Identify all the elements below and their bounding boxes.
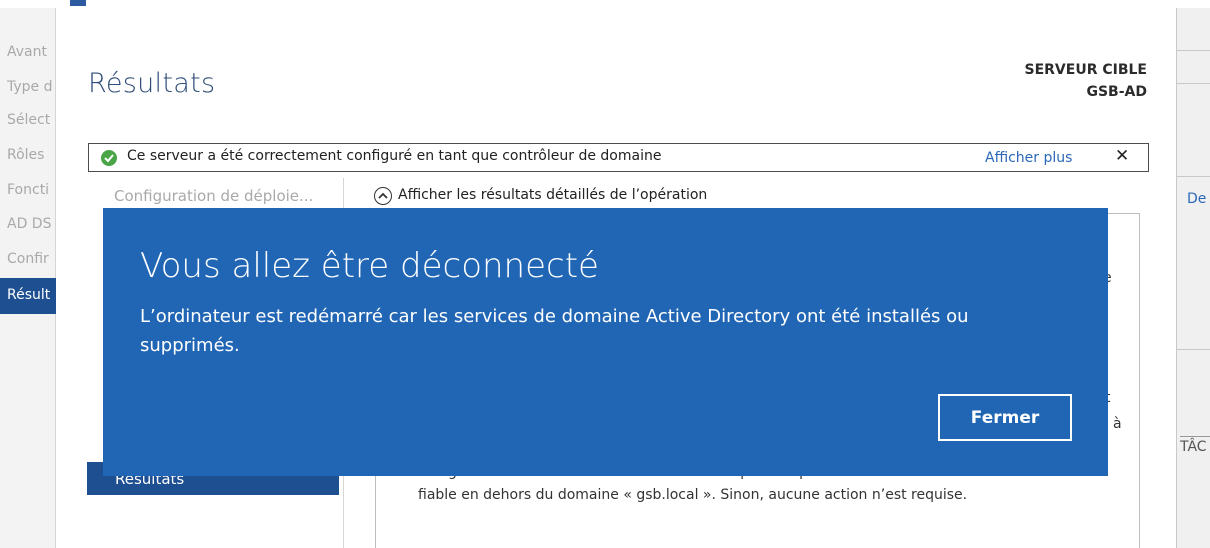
divider xyxy=(1176,50,1210,51)
dialog-message: L’ordinateur est redémarré car les servi… xyxy=(140,306,969,356)
chevron-up-icon[interactable] xyxy=(374,187,392,205)
divider xyxy=(1176,83,1210,84)
background-nav-item[interactable]: Foncti xyxy=(7,182,55,198)
target-server-value: GSB-AD xyxy=(1086,84,1147,100)
window-titlebar xyxy=(0,0,1210,8)
detail-text-fragment: à xyxy=(1113,416,1122,432)
dialog-title: Vous allez être déconnecté xyxy=(140,246,599,286)
detail-text-line: fiable en dehors du domaine « gsb.local … xyxy=(418,487,968,503)
background-nav-item-active[interactable]: Résult xyxy=(0,278,56,314)
background-nav-item[interactable]: Type d xyxy=(7,79,55,95)
background-nav-item[interactable]: Rôles xyxy=(7,147,55,163)
target-server-label: SERVEUR CIBLE xyxy=(1024,62,1148,78)
background-nav-item[interactable]: Avant xyxy=(7,44,55,60)
background-link[interactable]: De xyxy=(1187,191,1206,207)
page-title: Résultats xyxy=(88,68,216,99)
divider xyxy=(1176,349,1210,350)
divider xyxy=(1176,176,1210,177)
wizard-nav-item[interactable]: Configuration de déploie... xyxy=(114,187,313,205)
background-nav-active-label: Résult xyxy=(7,287,51,303)
notification-message: Ce serveur a été correctement configuré … xyxy=(127,148,662,164)
background-nav-item[interactable]: Confir xyxy=(7,251,55,267)
success-check-icon xyxy=(101,150,117,166)
background-nav-item[interactable]: Sélect xyxy=(7,112,55,128)
show-more-link[interactable]: Afficher plus xyxy=(985,150,1072,166)
background-nav-item[interactable]: AD DS xyxy=(7,216,55,232)
app-icon xyxy=(70,0,86,6)
close-notification-icon[interactable]: ✕ xyxy=(1115,146,1129,166)
background-column-header: TÂC xyxy=(1180,436,1210,455)
background-right-pane xyxy=(1176,8,1210,548)
detailed-results-toggle[interactable]: Afficher les résultats détaillés de l’op… xyxy=(398,187,707,203)
close-button[interactable]: Fermer xyxy=(938,394,1072,441)
